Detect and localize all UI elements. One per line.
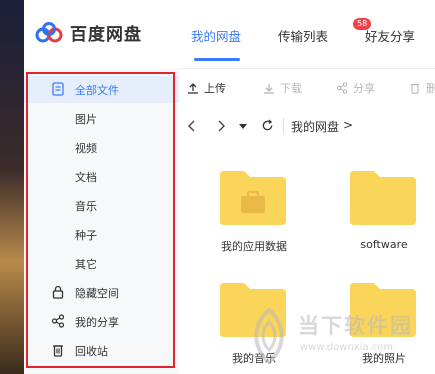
upload-label: 上传 — [204, 82, 226, 95]
refresh-icon[interactable] — [261, 119, 274, 132]
watermark-title: 当下软件园 — [298, 314, 413, 338]
share-label: 分享 — [353, 82, 375, 95]
desktop-background — [0, 0, 24, 374]
upload-icon — [188, 83, 198, 94]
tab-friend-share[interactable]: 好友分享 — [365, 26, 415, 45]
forward-icon[interactable] — [216, 120, 226, 132]
history-dropdown-icon[interactable] — [239, 124, 247, 130]
breadcrumb-separator: > — [343, 118, 354, 132]
path-bar: 我的网盘 > — [179, 108, 435, 144]
app-logo[interactable]: 百度网盘 — [34, 20, 142, 45]
download-icon — [264, 84, 274, 94]
toolbar: 上传 下载 分享 删 — [179, 68, 435, 108]
back-icon[interactable] — [187, 120, 197, 132]
brand-name: 百度网盘 — [70, 25, 142, 45]
folder-icon — [350, 171, 416, 225]
highlight-box — [26, 72, 175, 368]
watermark-url: www.downxia.com — [300, 342, 394, 353]
upload-button[interactable]: 上传 — [187, 80, 226, 96]
folder-with-case-icon — [220, 171, 286, 225]
file-name: software — [360, 238, 408, 251]
trash-icon — [410, 84, 420, 94]
download-label: 下载 — [280, 82, 302, 95]
active-tab-indicator — [194, 58, 240, 61]
divider — [283, 118, 284, 134]
share-button[interactable]: 分享 — [336, 80, 375, 96]
cloud-logo-icon — [35, 21, 63, 42]
delete-label: 删 — [426, 82, 435, 95]
tab-transfer-list[interactable]: 传输列表 — [278, 26, 328, 45]
header: 百度网盘 我的网盘 传输列表 58 好友分享 — [24, 0, 435, 69]
watermark-logo-icon — [254, 308, 284, 364]
file-name: 我的应用数据 — [221, 240, 287, 253]
share-icon — [336, 82, 348, 94]
delete-button[interactable]: 删 — [409, 80, 435, 96]
download-button[interactable]: 下载 — [263, 80, 302, 96]
watermark: 当下软件园 www.downxia.com — [228, 304, 428, 370]
tab-my-netdisk[interactable]: 我的网盘 — [191, 26, 241, 45]
breadcrumb-current[interactable]: 我的网盘 — [291, 118, 339, 135]
